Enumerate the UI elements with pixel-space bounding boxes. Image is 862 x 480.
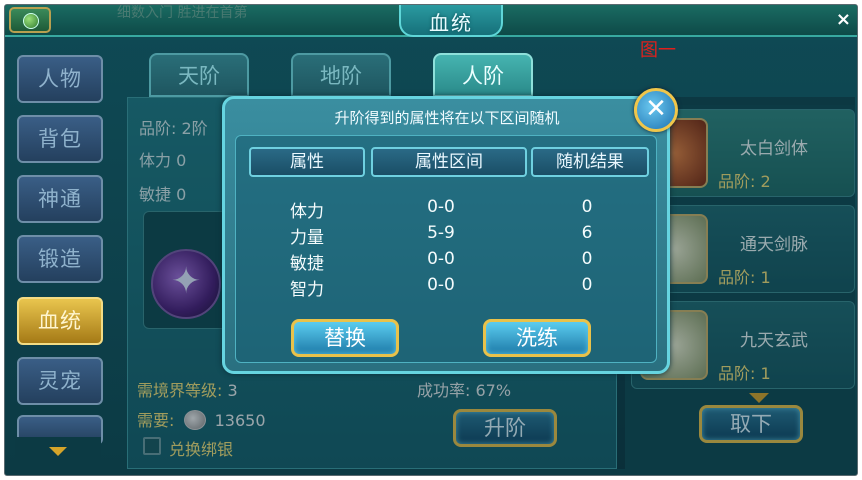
column-header-result: 随机结果	[531, 147, 649, 177]
menu-orb-icon[interactable]	[9, 7, 51, 33]
sidebar-item-pet[interactable]: 灵宠	[17, 357, 103, 405]
column-header-attribute: 属性	[249, 147, 365, 177]
tab-earth[interactable]: 地阶	[291, 53, 391, 97]
tab-human[interactable]: 人阶	[433, 53, 533, 97]
tab-heaven[interactable]: 天阶	[149, 53, 249, 97]
attribute-dialog: 升阶得到的属性将在以下区间随机 属性 属性区间 随机结果 体力 0-0 0 力量…	[222, 96, 670, 374]
row-range: 5-9	[427, 223, 455, 243]
sidebar-scroll-down-icon[interactable]	[49, 447, 67, 456]
window-title: 血统	[429, 11, 473, 35]
sidebar-bottom	[15, 437, 101, 475]
row-result: 0	[581, 197, 593, 217]
window-close-button[interactable]: ×	[836, 9, 851, 31]
row-attr: 敏捷	[290, 254, 324, 274]
row-range: 0-0	[427, 197, 455, 217]
dialog-header: 升阶得到的属性将在以下区间随机	[334, 109, 560, 127]
row-attr: 智力	[290, 280, 324, 300]
title-bar: 细数入门 胜进在首第 血统 ×	[5, 5, 857, 37]
row-range: 0-0	[427, 275, 455, 295]
row-attr: 体力	[290, 202, 324, 222]
sidebar-item-forge[interactable]: 锻造	[17, 235, 103, 283]
sidebar-item-character[interactable]: 人物	[17, 55, 103, 103]
row-result: 6	[581, 223, 593, 243]
row-attr: 力量	[290, 228, 324, 248]
sidebar-item-bloodline[interactable]: 血统	[17, 297, 103, 345]
title-plate: 血统	[399, 5, 503, 37]
sidebar-item-bag[interactable]: 背包	[17, 115, 103, 163]
faded-background-text: 细数入门 胜进在首第	[117, 5, 248, 21]
replace-button[interactable]: 替换	[291, 319, 399, 357]
column-header-range: 属性区间	[371, 147, 527, 177]
refine-button[interactable]: 洗练	[483, 319, 591, 357]
row-result: 0	[581, 275, 593, 295]
row-range: 0-0	[427, 249, 455, 269]
row-result: 0	[581, 249, 593, 269]
dialog-close-button[interactable]: ✕	[634, 88, 678, 132]
figure-annotation: 图一	[640, 40, 676, 61]
sidebar-item-skills[interactable]: 神通	[17, 175, 103, 223]
